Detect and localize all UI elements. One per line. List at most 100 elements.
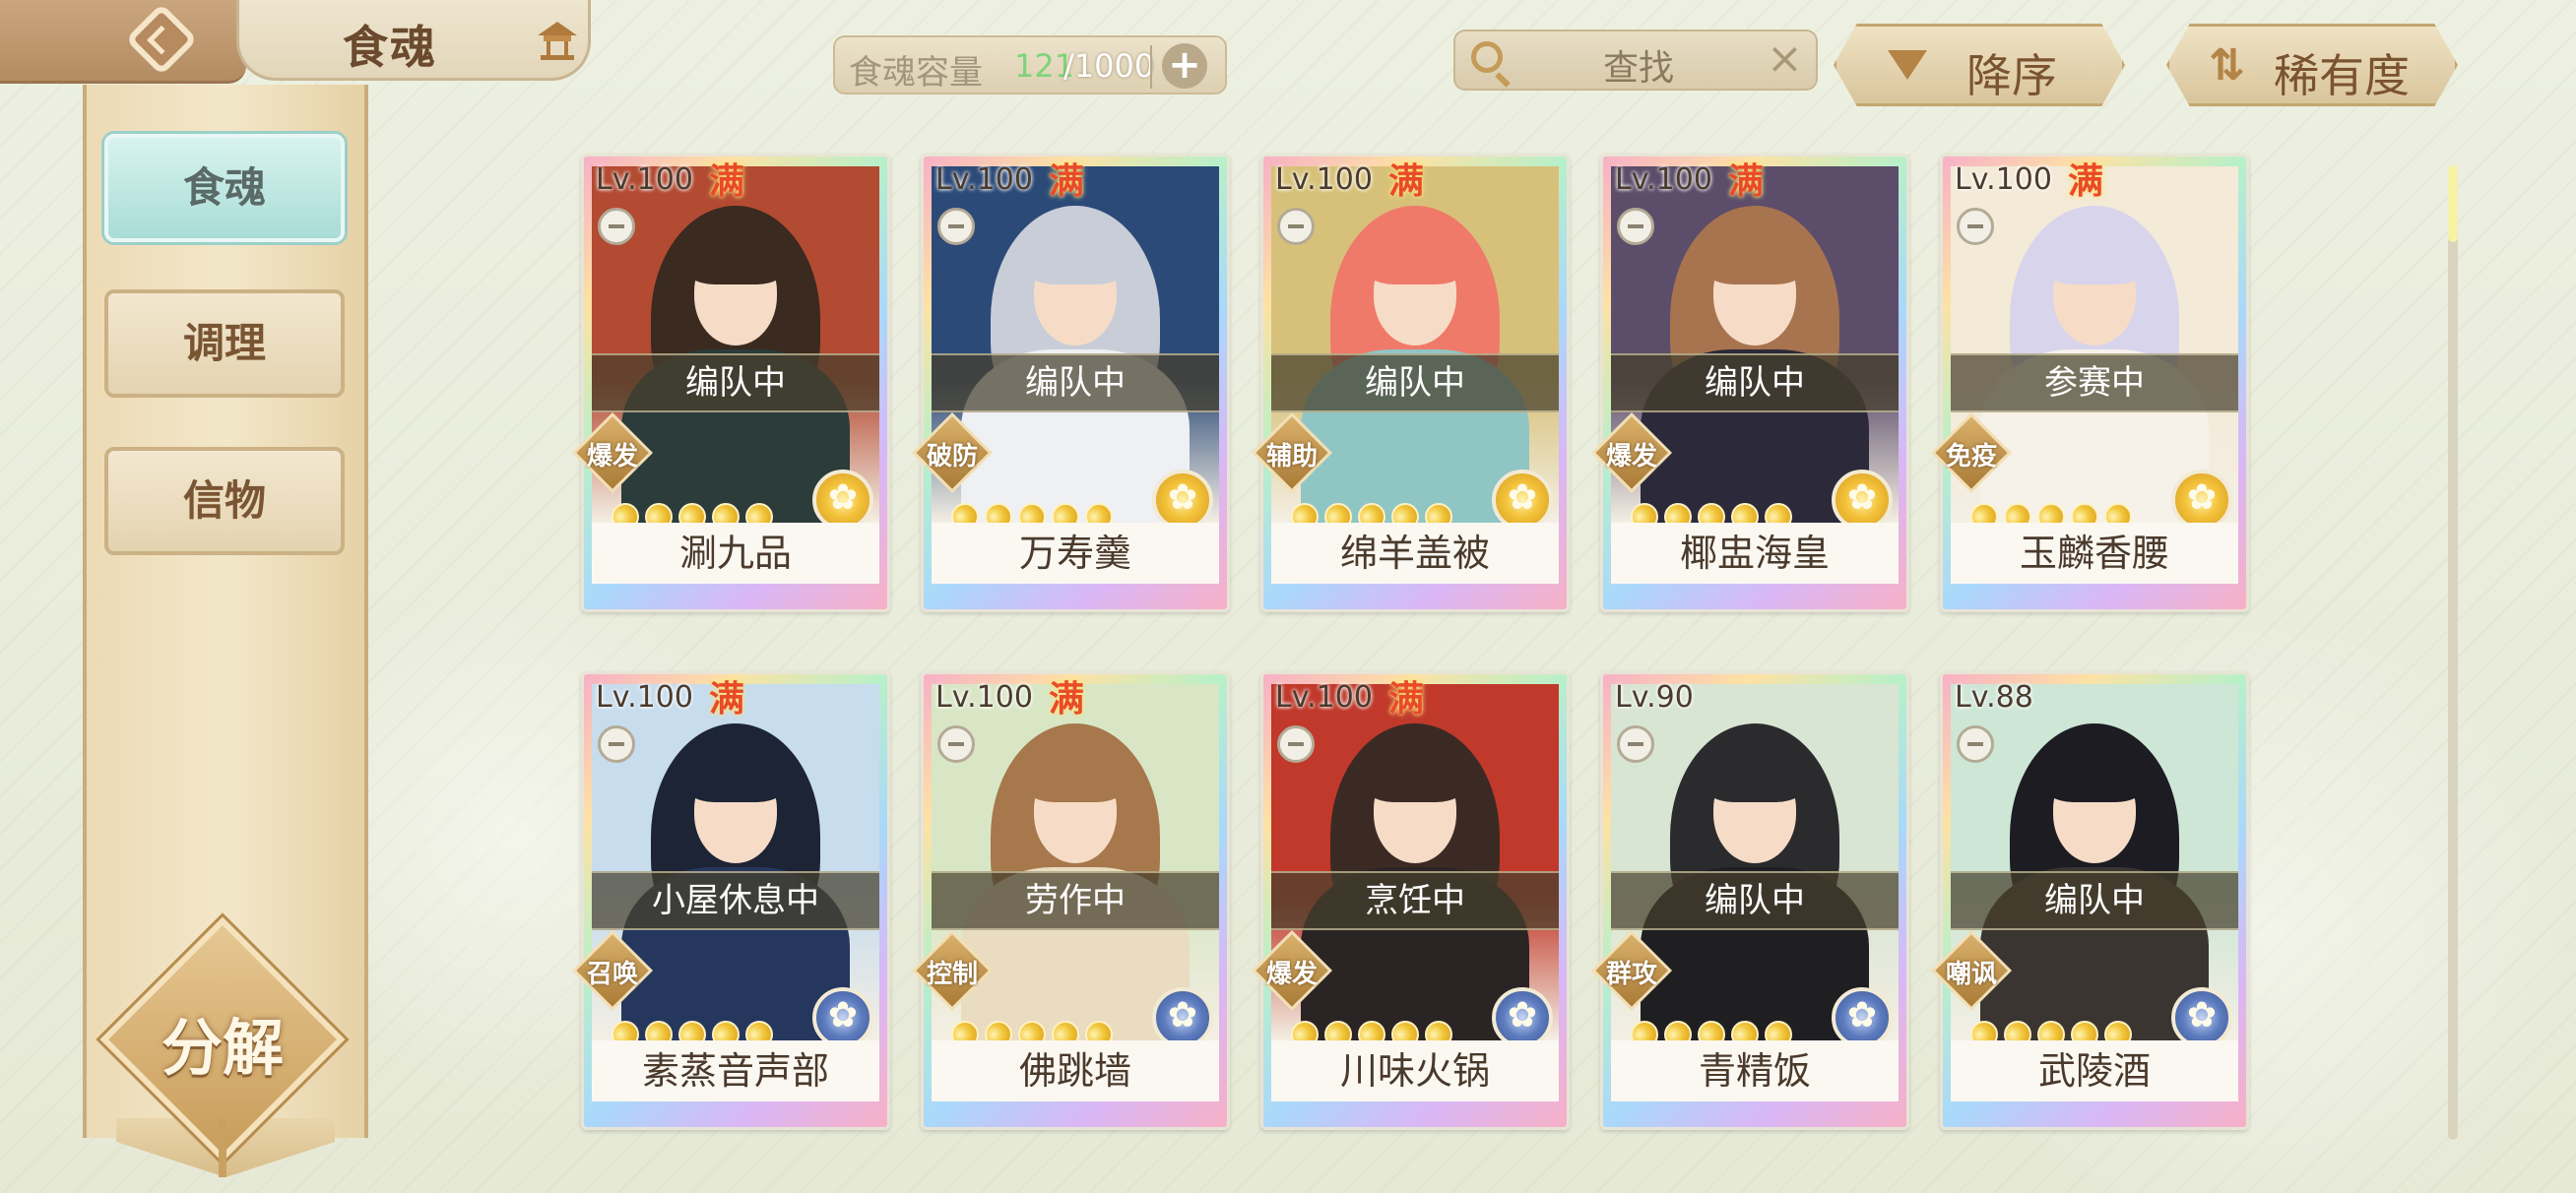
add-capacity-button[interactable]: + bbox=[1162, 43, 1207, 89]
status-banner: 编队中 bbox=[1271, 353, 1559, 412]
capacity-total: /1000 bbox=[1063, 47, 1155, 85]
character-name: 川味火锅 bbox=[1271, 1040, 1559, 1101]
character-bangs bbox=[1702, 733, 1808, 802]
food-soul-card[interactable]: Lv.88 编队中 嘲讽 ✿ 武陵酒 bbox=[1930, 671, 2249, 1130]
character-bangs bbox=[1022, 733, 1128, 802]
character-bangs bbox=[2041, 733, 2148, 802]
flower-icon: ✿ bbox=[1846, 995, 1878, 1036]
pavilion-icon bbox=[538, 22, 577, 60]
capacity-label: 食魂容量 bbox=[849, 53, 983, 93]
character-name: 青精饭 bbox=[1611, 1040, 1899, 1101]
lock-icon[interactable] bbox=[1277, 208, 1315, 245]
gold-flower-icon: ✿ bbox=[812, 470, 873, 531]
status-banner: 小屋休息中 bbox=[592, 871, 879, 930]
lock-icon[interactable] bbox=[1617, 725, 1654, 763]
tassel-ornament bbox=[219, 1118, 226, 1177]
lock-icon[interactable] bbox=[1957, 725, 1994, 763]
status-banner: 编队中 bbox=[1611, 871, 1899, 930]
food-soul-card[interactable]: Lv.100 满编队中 辅助 ✿ 绵羊盖被 bbox=[1251, 154, 1570, 612]
character-bangs bbox=[1022, 216, 1128, 284]
food-soul-card[interactable]: Lv.100 满烹饪中 爆发 ✿ 川味火锅 bbox=[1251, 671, 1570, 1130]
lock-icon[interactable] bbox=[1277, 725, 1315, 763]
role-label: 辅助 bbox=[1265, 442, 1318, 471]
max-badge: 满 bbox=[1048, 679, 1084, 720]
flower-icon: ✿ bbox=[2186, 995, 2218, 1036]
search-icon bbox=[1471, 41, 1503, 73]
tab-contracts[interactable]: 信物 bbox=[104, 447, 345, 555]
sort-order-button[interactable]: 降序 bbox=[1834, 24, 2125, 106]
flower-icon: ✿ bbox=[2186, 477, 2218, 518]
character-name: 绵羊盖被 bbox=[1271, 523, 1559, 584]
character-name: 涮九品 bbox=[592, 523, 879, 584]
sort-rarity-label: 稀有度 bbox=[2274, 49, 2410, 102]
status-banner: 劳作中 bbox=[932, 871, 1219, 930]
blue-flower-icon: ✿ bbox=[1832, 987, 1893, 1048]
character-bangs bbox=[682, 733, 789, 802]
max-badge: 满 bbox=[1727, 161, 1764, 202]
max-badge: 满 bbox=[1387, 679, 1424, 720]
back-arrow-icon bbox=[125, 3, 198, 76]
role-label: 嘲讽 bbox=[1945, 960, 1997, 989]
food-soul-card[interactable]: Lv.100 满编队中 爆发 ✿ 涮九品 bbox=[571, 154, 890, 612]
level-label: Lv.100 bbox=[1275, 162, 1373, 197]
scrollbar-thumb[interactable] bbox=[2448, 165, 2458, 242]
blue-flower-icon: ✿ bbox=[2171, 987, 2232, 1048]
gold-flower-icon: ✿ bbox=[1492, 470, 1553, 531]
max-badge: 满 bbox=[708, 679, 744, 720]
lock-icon[interactable] bbox=[937, 208, 975, 245]
flower-icon: ✿ bbox=[1167, 995, 1198, 1036]
food-soul-card[interactable]: Lv.100 满参赛中 免疫 ✿ 玉麟香腰 bbox=[1930, 154, 2249, 612]
swap-icon: ⇅ bbox=[2209, 40, 2245, 91]
food-soul-card[interactable]: Lv.90 编队中 群攻 ✿ 青精饭 bbox=[1590, 671, 1909, 1130]
decompose-label[interactable]: 分解 bbox=[136, 998, 309, 1087]
flower-icon: ✿ bbox=[1507, 995, 1538, 1036]
gold-flower-icon: ✿ bbox=[2171, 470, 2232, 531]
character-name: 椰盅海皇 bbox=[1611, 523, 1899, 584]
page-title: 食魂 bbox=[343, 21, 437, 74]
gold-flower-icon: ✿ bbox=[1152, 470, 1213, 531]
character-name: 玉麟香腰 bbox=[1951, 523, 2238, 584]
max-badge: 满 bbox=[708, 161, 744, 202]
food-soul-card[interactable]: Lv.100 满编队中 爆发 ✿ 椰盅海皇 bbox=[1590, 154, 1909, 612]
capacity-display: 食魂容量 121 /1000 + bbox=[833, 35, 1227, 94]
blue-flower-icon: ✿ bbox=[1152, 987, 1213, 1048]
character-name: 佛跳墙 bbox=[932, 1040, 1219, 1101]
level-label: Lv.100 bbox=[935, 162, 1033, 197]
level-label: Lv.100 bbox=[1615, 162, 1712, 197]
level-label: Lv.100 bbox=[1275, 680, 1373, 715]
tab-cultivate[interactable]: 调理 bbox=[104, 289, 345, 398]
status-banner: 参赛中 bbox=[1951, 353, 2238, 412]
sort-rarity-button[interactable]: ⇅ 稀有度 bbox=[2166, 24, 2458, 106]
status-banner: 烹饪中 bbox=[1271, 871, 1559, 930]
level-label: Lv.90 bbox=[1615, 680, 1694, 715]
back-button[interactable] bbox=[0, 0, 246, 84]
blue-flower-icon: ✿ bbox=[1492, 987, 1553, 1048]
search-box[interactable]: 查找 × bbox=[1453, 30, 1818, 91]
status-banner: 编队中 bbox=[1951, 871, 2238, 930]
status-banner: 编队中 bbox=[932, 353, 1219, 412]
level-label: Lv.100 bbox=[1955, 162, 2052, 197]
clear-icon[interactable]: × bbox=[1767, 33, 1803, 84]
lock-icon[interactable] bbox=[1617, 208, 1654, 245]
lock-icon[interactable] bbox=[937, 725, 975, 763]
max-badge: 满 bbox=[1048, 161, 1084, 202]
character-bangs bbox=[2041, 216, 2148, 284]
character-bangs bbox=[682, 216, 789, 284]
role-label: 爆发 bbox=[1605, 442, 1657, 471]
lock-icon[interactable] bbox=[598, 725, 635, 763]
lock-icon[interactable] bbox=[598, 208, 635, 245]
search-input[interactable]: 查找 bbox=[1603, 39, 1674, 91]
role-label: 召唤 bbox=[586, 960, 638, 989]
role-label: 控制 bbox=[926, 960, 978, 989]
flower-icon: ✿ bbox=[1846, 477, 1878, 518]
level-label: Lv.100 bbox=[935, 680, 1033, 715]
tab-food-souls[interactable]: 食魂 bbox=[104, 134, 345, 242]
level-label: Lv.100 bbox=[596, 162, 693, 197]
food-soul-card[interactable]: Lv.100 满编队中 破防 ✿ 万寿羹 bbox=[911, 154, 1230, 612]
sort-order-label: 降序 bbox=[1966, 49, 2057, 102]
food-soul-card[interactable]: Lv.100 满劳作中控制 ✿ 佛跳墙 bbox=[911, 671, 1230, 1130]
food-soul-card[interactable]: Lv.100 满小屋休息中 召唤 ✿ 素蒸音声部 bbox=[571, 671, 890, 1130]
flower-icon: ✿ bbox=[1507, 477, 1538, 518]
scrollbar-track[interactable] bbox=[2448, 165, 2458, 1140]
lock-icon[interactable] bbox=[1957, 208, 1994, 245]
